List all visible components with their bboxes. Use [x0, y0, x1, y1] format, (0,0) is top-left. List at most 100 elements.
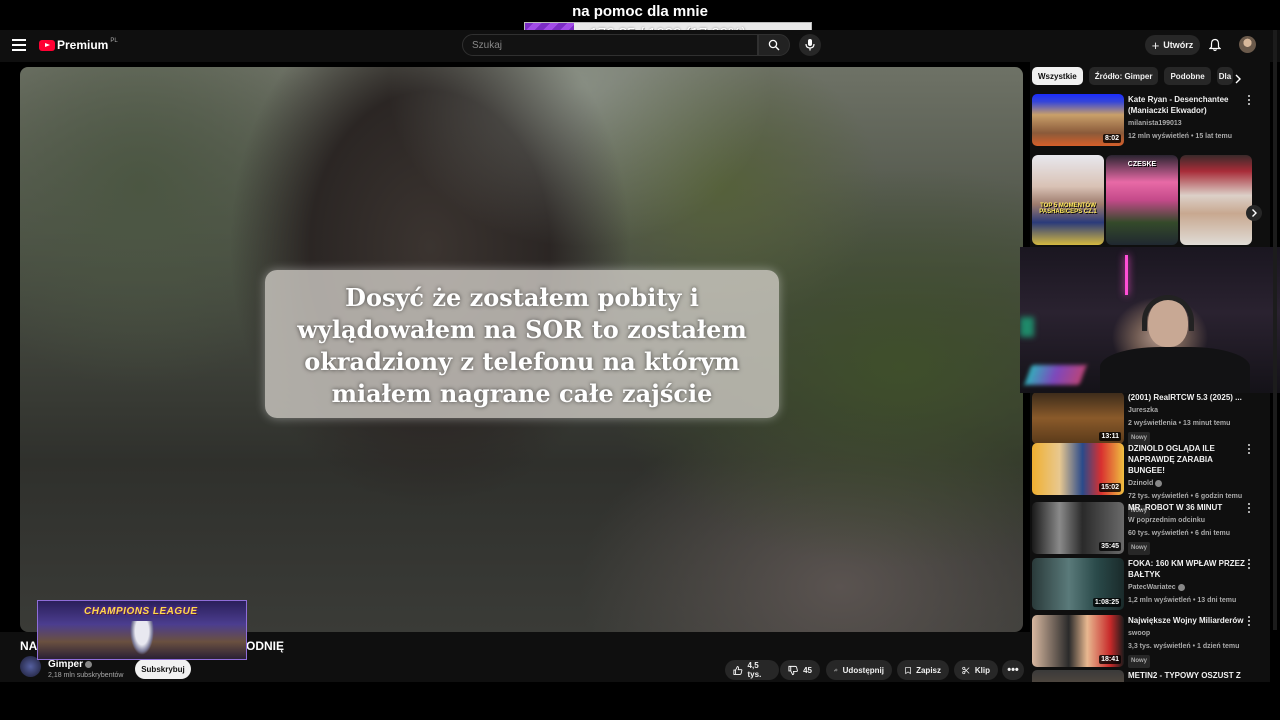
video-title[interactable]: DZINOLD OGLĄDA ILE NAPRAWDĘ ZARABIA BUNG… [1128, 443, 1246, 476]
search-input[interactable]: Szukaj [462, 34, 758, 56]
channel-name[interactable]: W poprzednim odcinku [1128, 515, 1246, 526]
list-item[interactable]: 35:45 MR. ROBOT W 36 MINUT W poprzednim … [1032, 502, 1268, 555]
subscribe-button[interactable]: Subskrybuj [135, 659, 191, 679]
chevron-right-icon[interactable] [1234, 71, 1242, 89]
video-title[interactable]: (2001) RealRTCW 5.3 (2025) ... [1128, 392, 1246, 403]
video-title[interactable]: Kate Ryan - Desenchantee (Maniaczki Ekwa… [1128, 94, 1246, 116]
video-title[interactable]: METIN2 - TYPOWY OSZUST Z [1128, 670, 1246, 681]
short-thumbnail[interactable]: CZESKE [1106, 155, 1178, 245]
clip-button[interactable]: Klip [954, 660, 998, 680]
page-scrollbar[interactable] [1273, 30, 1277, 630]
share-button[interactable]: Udostępnij [826, 660, 892, 680]
video-meta: 12 mln wyświetleń • 15 lat temu [1128, 133, 1232, 140]
video-title-end: ODNIĘ [246, 639, 285, 653]
channel-name[interactable]: Jureszka [1128, 405, 1246, 416]
share-label: Udostępnij [842, 665, 884, 675]
create-label: Utwórz [1163, 40, 1194, 50]
scissors-icon [962, 666, 970, 674]
create-button[interactable]: + Utwórz [1145, 35, 1200, 55]
rgb-keyboard [1024, 365, 1087, 385]
youtube-premium-logo[interactable]: Premium PL [39, 38, 118, 52]
voice-search-button[interactable] [799, 34, 821, 56]
youtube-topbar: Premium PL Szukaj + Utwórz [0, 30, 1280, 62]
channel-name[interactable]: milanista199013 [1128, 118, 1246, 129]
save-label: Zapisz [916, 665, 941, 675]
logo-text: Premium [57, 38, 109, 52]
new-badge: Nowy [1128, 655, 1151, 668]
video-thumbnail[interactable]: 15:02 [1032, 443, 1124, 495]
video-duration: 13:11 [1099, 432, 1121, 441]
list-item[interactable]: METIN2 - TYPOWY OSZUST Z [1032, 670, 1268, 682]
verified-icon [85, 660, 93, 668]
video-title[interactable]: MR. ROBOT W 36 MINUT [1128, 502, 1246, 513]
chip-all[interactable]: Wszystkie [1032, 67, 1083, 85]
champions-league-text: CHAMPIONS LEAGUE [84, 606, 198, 617]
list-item[interactable]: 13:11 (2001) RealRTCW 5.3 (2025) ... Jur… [1032, 392, 1268, 445]
video-meta: 60 tys. wyświetleń • 6 dni temu [1128, 530, 1231, 537]
like-button[interactable]: 4,5 tys. [725, 660, 779, 680]
save-button[interactable]: Zapisz [897, 660, 949, 680]
channel-name[interactable]: Dzinold [1128, 478, 1246, 489]
video-title[interactable]: Największe Wojny Miliarderów [1128, 615, 1246, 626]
more-vert-icon[interactable] [1248, 615, 1252, 628]
video-title[interactable]: FOKA: 160 KM WPŁAW PRZEZ BAŁTYK [1128, 558, 1246, 580]
green-light [1020, 317, 1034, 337]
video-thumbnail[interactable]: 35:45 [1032, 502, 1124, 554]
chip-similar[interactable]: Podobne [1164, 67, 1211, 85]
list-item[interactable]: 1:08:25 FOKA: 160 KM WPŁAW PRZEZ BAŁTYK … [1032, 558, 1268, 610]
video-thumbnail[interactable]: 18:41 [1032, 615, 1124, 667]
thumbs-up-icon [733, 665, 743, 675]
video-duration: 1:08:25 [1092, 598, 1121, 607]
video-thumbnail[interactable] [1032, 670, 1124, 682]
video-thumbnail[interactable]: 1:08:25 [1032, 558, 1124, 610]
channel-subscribers: 2,18 mln subskrybentów [48, 672, 124, 679]
more-vert-icon[interactable] [1248, 443, 1252, 456]
video-caption-text: Dosyć że zostałem pobity i wylądowałem n… [297, 283, 747, 408]
video-thumbnail[interactable]: 13:11 [1032, 392, 1124, 444]
account-avatar[interactable] [1239, 36, 1256, 53]
notifications-bell-icon[interactable] [1208, 38, 1222, 57]
clip-label: Klip [974, 665, 990, 675]
youtube-play-icon [39, 39, 55, 51]
more-actions-button[interactable]: ••• [1002, 660, 1024, 680]
video-player[interactable]: Dosyć że zostałem pobity i wylądowałem n… [20, 67, 1023, 632]
channel-name[interactable]: swoop [1128, 628, 1246, 639]
dislike-count: 45 [803, 665, 812, 675]
filter-chips: Wszystkie Źródło: Gimper Podobne Dla [1032, 67, 1233, 85]
channel-name[interactable]: Gimper [48, 659, 93, 670]
list-item[interactable]: 15:02 DZINOLD OGLĄDA ILE NAPRAWDĘ ZARABI… [1032, 443, 1268, 518]
video-thumbnail[interactable]: 8:02 [1032, 94, 1124, 146]
search-button[interactable] [758, 34, 790, 56]
streamer-body [1100, 347, 1250, 393]
stream-title: na pomoc dla mnie [572, 3, 708, 20]
shorts-shelf: TOP 5 MOMENTÓW PASHABICEPS CZ.1 CZESKE [1032, 155, 1268, 245]
more-vert-icon[interactable] [1248, 502, 1252, 515]
shorts-next-button[interactable] [1246, 205, 1262, 221]
more-vert-icon[interactable] [1248, 94, 1252, 107]
logo-country: PL [110, 38, 118, 44]
thumbs-down-icon [788, 665, 798, 675]
trophy-icon [130, 621, 154, 655]
dislike-button[interactable]: 45 [780, 660, 820, 680]
short-label: TOP 5 MOMENTÓW PASHABICEPS CZ.1 [1039, 203, 1097, 215]
list-item[interactable]: 18:41 Największe Wojny Miliarderów swoop… [1032, 615, 1268, 668]
short-thumbnail[interactable] [1180, 155, 1252, 245]
plus-icon: + [1151, 37, 1160, 53]
verified-icon [1155, 479, 1163, 487]
video-meta: 1,2 mln wyświetleń • 13 dni temu [1128, 597, 1237, 604]
neon-light [1125, 255, 1128, 295]
video-duration: 15:02 [1099, 483, 1121, 492]
chip-source[interactable]: Źródło: Gimper [1088, 67, 1159, 85]
search-icon [768, 39, 780, 51]
more-vert-icon[interactable] [1248, 558, 1252, 571]
chip-for-you[interactable]: Dla [1216, 67, 1233, 85]
list-item[interactable]: 8:02 Kate Ryan - Desenchantee (Maniaczki… [1032, 94, 1268, 146]
short-label: CZESKE [1127, 161, 1157, 168]
hamburger-menu-icon[interactable] [12, 39, 26, 51]
champions-league-overlay: CHAMPIONS LEAGUE [37, 600, 247, 660]
video-title-start: NA [20, 639, 38, 653]
verified-icon [1177, 583, 1185, 591]
chevron-right-icon [1252, 209, 1257, 217]
channel-name[interactable]: PatecWariatec [1128, 582, 1246, 593]
short-thumbnail[interactable]: TOP 5 MOMENTÓW PASHABICEPS CZ.1 [1032, 155, 1104, 245]
